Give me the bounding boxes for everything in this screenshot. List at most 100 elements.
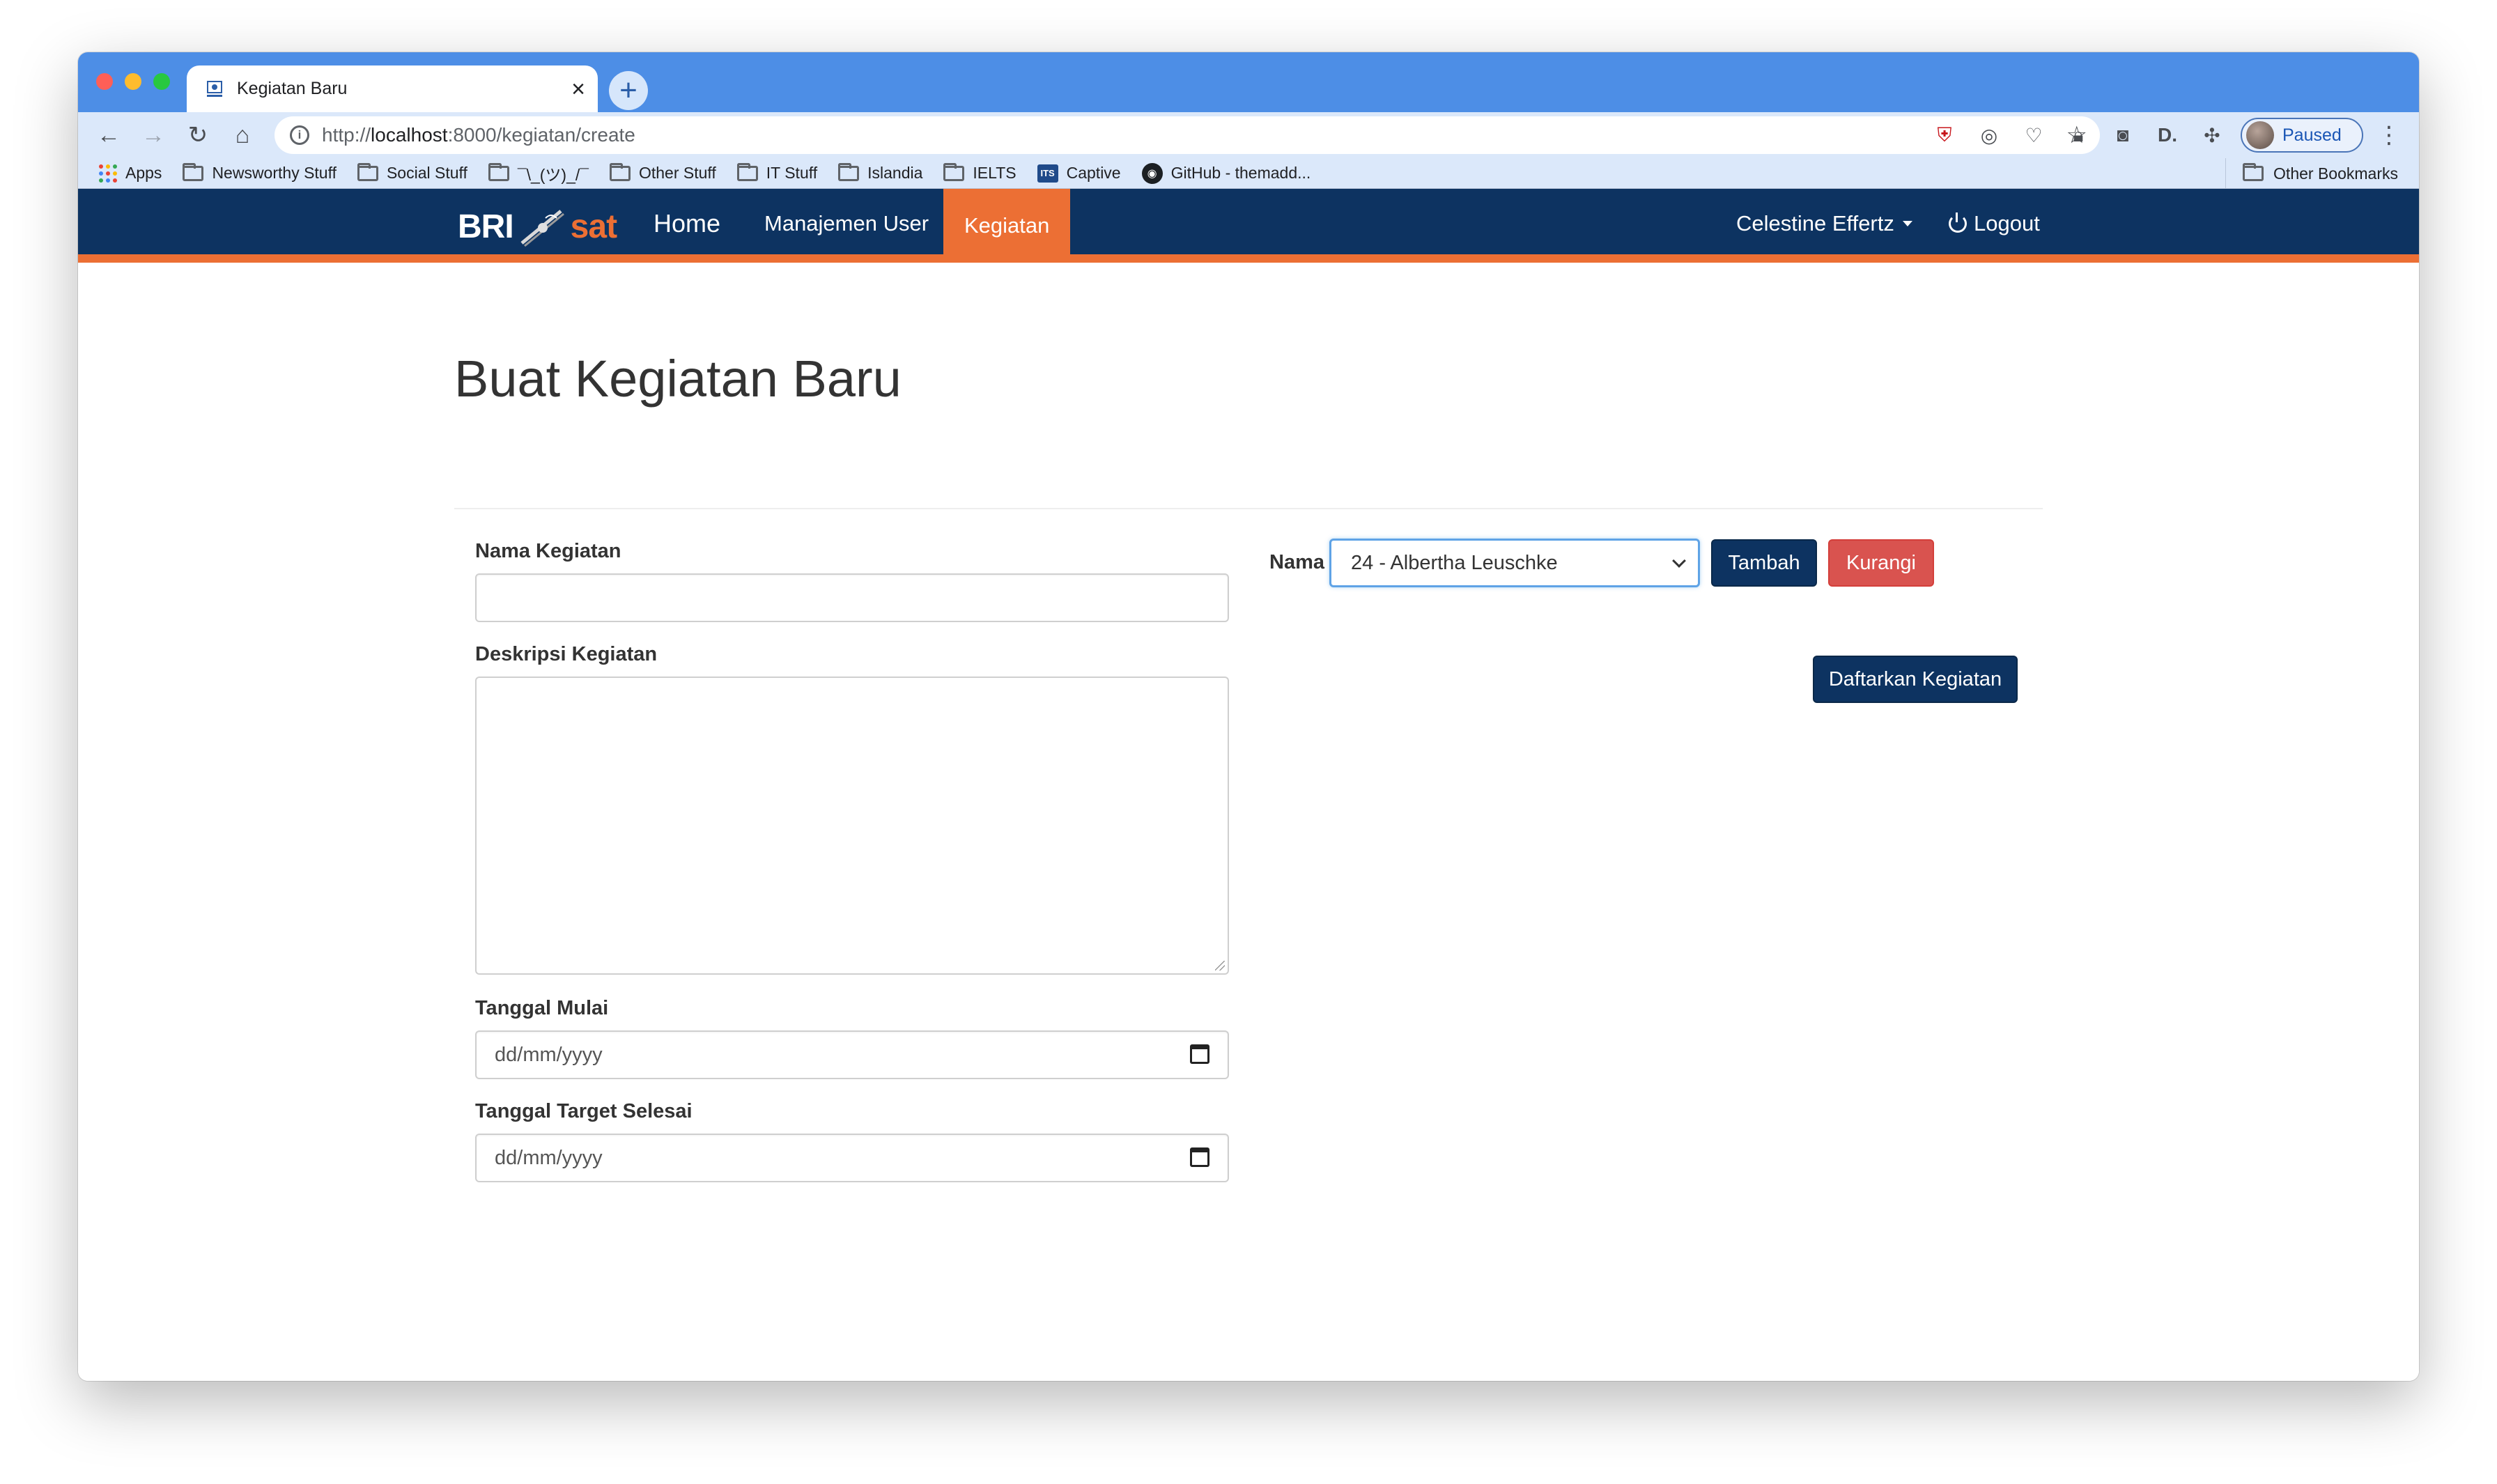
nama-kegiatan-label: Nama Kegiatan xyxy=(475,540,621,562)
nav-kegiatan-link[interactable]: Kegiatan xyxy=(943,189,1071,263)
folder-icon xyxy=(183,162,204,181)
browser-menu-icon[interactable]: ⋮ xyxy=(2377,112,2401,158)
caret-down-icon xyxy=(1902,221,1912,226)
browser-tab-active[interactable]: Kegiatan Baru × xyxy=(187,65,598,112)
daftarkan-kegiatan-button[interactable]: Daftarkan Kegiatan xyxy=(1813,656,2018,703)
url-text[interactable]: http://localhost:8000/kegiatan/create xyxy=(322,124,2066,146)
tab-close-icon[interactable]: × xyxy=(571,77,585,101)
bookmark-folder[interactable]: Islandia xyxy=(838,162,923,183)
site-favicon-icon xyxy=(207,80,222,97)
bookmark-folder[interactable]: Newsworthy Stuff xyxy=(183,162,337,183)
kurangi-button[interactable]: Kurangi xyxy=(1828,539,1934,587)
browser-window: Kegiatan Baru × + ← → ↻ ⌂ i http://local… xyxy=(78,52,2419,1381)
bookmark-folder[interactable]: Social Stuff xyxy=(357,162,467,183)
bookmark-label: Islandia xyxy=(867,164,923,182)
bookmark-captive[interactable]: ITS Captive xyxy=(1037,164,1121,183)
folder-icon xyxy=(357,162,378,181)
reload-icon[interactable]: ↻ xyxy=(176,113,220,157)
bookmark-folder[interactable]: IT Stuff xyxy=(736,162,818,183)
title-divider xyxy=(454,508,2043,509)
tab-strip: Kegiatan Baru × + xyxy=(78,52,2419,112)
bookmark-label: Social Stuff xyxy=(386,164,467,182)
bookmark-label: Newsworthy Stuff xyxy=(212,164,337,182)
bookmark-folder[interactable]: Other Stuff xyxy=(609,162,716,183)
bookmark-label: IELTS xyxy=(973,164,1016,182)
folder-icon xyxy=(609,162,631,181)
minimize-window-button[interactable] xyxy=(125,73,141,90)
brand-text-sat: sat xyxy=(570,208,617,245)
profile-paused-label: Paused xyxy=(2282,125,2342,145)
bookmark-folder[interactable]: ¯\_(ツ)_/¯ xyxy=(488,162,589,185)
extension-eye-icon[interactable]: ◎ xyxy=(1976,122,2002,148)
deskripsi-kegiatan-label: Deskripsi Kegiatan xyxy=(475,643,658,665)
maximize-window-button[interactable] xyxy=(153,73,170,90)
nama-label: Nama xyxy=(1269,551,1324,573)
bookmark-folder[interactable]: IELTS xyxy=(943,162,1016,183)
tanggal-mulai-label: Tanggal Mulai xyxy=(475,997,609,1019)
brand-text-bri: BRI xyxy=(458,208,514,245)
profile-paused-button[interactable]: Paused xyxy=(2241,118,2363,153)
calendar-icon[interactable] xyxy=(1190,1147,1209,1167)
satellite-icon xyxy=(520,210,564,247)
folder-icon xyxy=(488,162,509,181)
bookmark-apps[interactable]: Apps xyxy=(99,164,162,183)
folder-icon xyxy=(2243,163,2264,181)
url-scheme: http:// xyxy=(322,124,371,146)
site-navbar: BRI sat Home Manajemen User Kegiatan Cel… xyxy=(78,189,2419,263)
bookmark-label: Apps xyxy=(125,164,162,182)
url-host: localhost xyxy=(371,124,448,146)
github-icon: ◉ xyxy=(1141,162,1163,184)
other-bookmarks[interactable]: Other Bookmarks xyxy=(2225,158,2398,189)
nav-home-link[interactable]: Home xyxy=(654,189,720,258)
logout-label: Logout xyxy=(1974,211,2040,235)
tanggal-target-selesai-label: Tanggal Target Selesai xyxy=(475,1100,693,1122)
nama-select-value: 24 - Albertha Leuschke xyxy=(1351,551,1558,574)
tanggal-mulai-placeholder: dd/mm/yyyy xyxy=(495,1043,603,1066)
new-tab-button[interactable]: + xyxy=(609,71,648,110)
bookmark-label: ¯\_(ツ)_/¯ xyxy=(517,165,589,184)
folder-icon xyxy=(736,162,758,181)
tanggal-mulai-input[interactable]: dd/mm/yyyy xyxy=(475,1030,1229,1079)
bookmark-label: IT Stuff xyxy=(766,164,818,182)
tanggal-target-selesai-input[interactable]: dd/mm/yyyy xyxy=(475,1134,1229,1182)
user-name: Celestine Effertz xyxy=(1736,211,1894,235)
window-controls xyxy=(96,73,170,90)
bookmark-github[interactable]: ◉ GitHub - themadd... xyxy=(1141,162,1311,184)
camera-icon[interactable]: ◙ xyxy=(2110,122,2136,148)
pocket-icon[interactable]: ♡ xyxy=(2020,122,2047,148)
tambah-button[interactable]: Tambah xyxy=(1711,539,1817,587)
tab-title: Kegiatan Baru xyxy=(237,79,348,98)
deskripsi-kegiatan-textarea[interactable] xyxy=(475,677,1229,975)
browser-toolbar: ← → ↻ ⌂ i http://localhost:8000/kegiatan… xyxy=(78,112,2419,158)
page-title: Buat Kegiatan Baru xyxy=(454,350,902,408)
chevron-down-icon xyxy=(1672,554,1686,568)
forward-arrow-icon[interactable]: → xyxy=(131,113,176,157)
bookmark-label: Other Stuff xyxy=(638,164,716,182)
apps-icon xyxy=(99,164,117,183)
home-icon[interactable]: ⌂ xyxy=(220,113,265,157)
puzzle-extensions-icon[interactable]: ✣ xyxy=(2199,122,2225,148)
back-arrow-icon[interactable]: ← xyxy=(86,113,131,157)
site-info-icon[interactable]: i xyxy=(290,125,309,145)
logout-link[interactable]: Logout xyxy=(1949,189,2040,258)
nama-kegiatan-input[interactable] xyxy=(475,573,1229,622)
address-bar[interactable]: i http://localhost:8000/kegiatan/create … xyxy=(275,116,2100,154)
brisat-logo[interactable]: BRI sat xyxy=(458,204,617,249)
lock-extension-icon[interactable]: 🔒︎ xyxy=(2065,122,2092,148)
calendar-icon[interactable] xyxy=(1190,1044,1209,1064)
close-window-button[interactable] xyxy=(96,73,113,90)
tanggal-selesai-placeholder: dd/mm/yyyy xyxy=(495,1146,603,1169)
web-page: BRI sat Home Manajemen User Kegiatan Cel… xyxy=(78,189,2419,1381)
bookmarks-bar: Apps Newsworthy Stuff Social Stuff ¯\_(ツ… xyxy=(78,158,2419,189)
its-icon: ITS xyxy=(1037,164,1058,183)
profile-avatar xyxy=(2246,121,2274,149)
url-path: :8000/kegiatan/create xyxy=(447,124,635,146)
extension-d-icon[interactable]: D. xyxy=(2154,122,2181,148)
nama-select[interactable]: 24 - Albertha Leuschke xyxy=(1329,539,1700,587)
bookmark-label: GitHub - themadd... xyxy=(1170,164,1311,182)
nav-manajemen-user-link[interactable]: Manajemen User xyxy=(764,189,929,258)
resize-handle-icon[interactable] xyxy=(1215,961,1225,971)
user-dropdown[interactable]: Celestine Effertz xyxy=(1736,189,1912,258)
extensions-area: ⛨ ◎ ♡ 🔒︎ ◙ D. ✣ xyxy=(1931,112,2225,158)
ublock-shield-icon[interactable]: ⛨ xyxy=(1931,122,1958,148)
